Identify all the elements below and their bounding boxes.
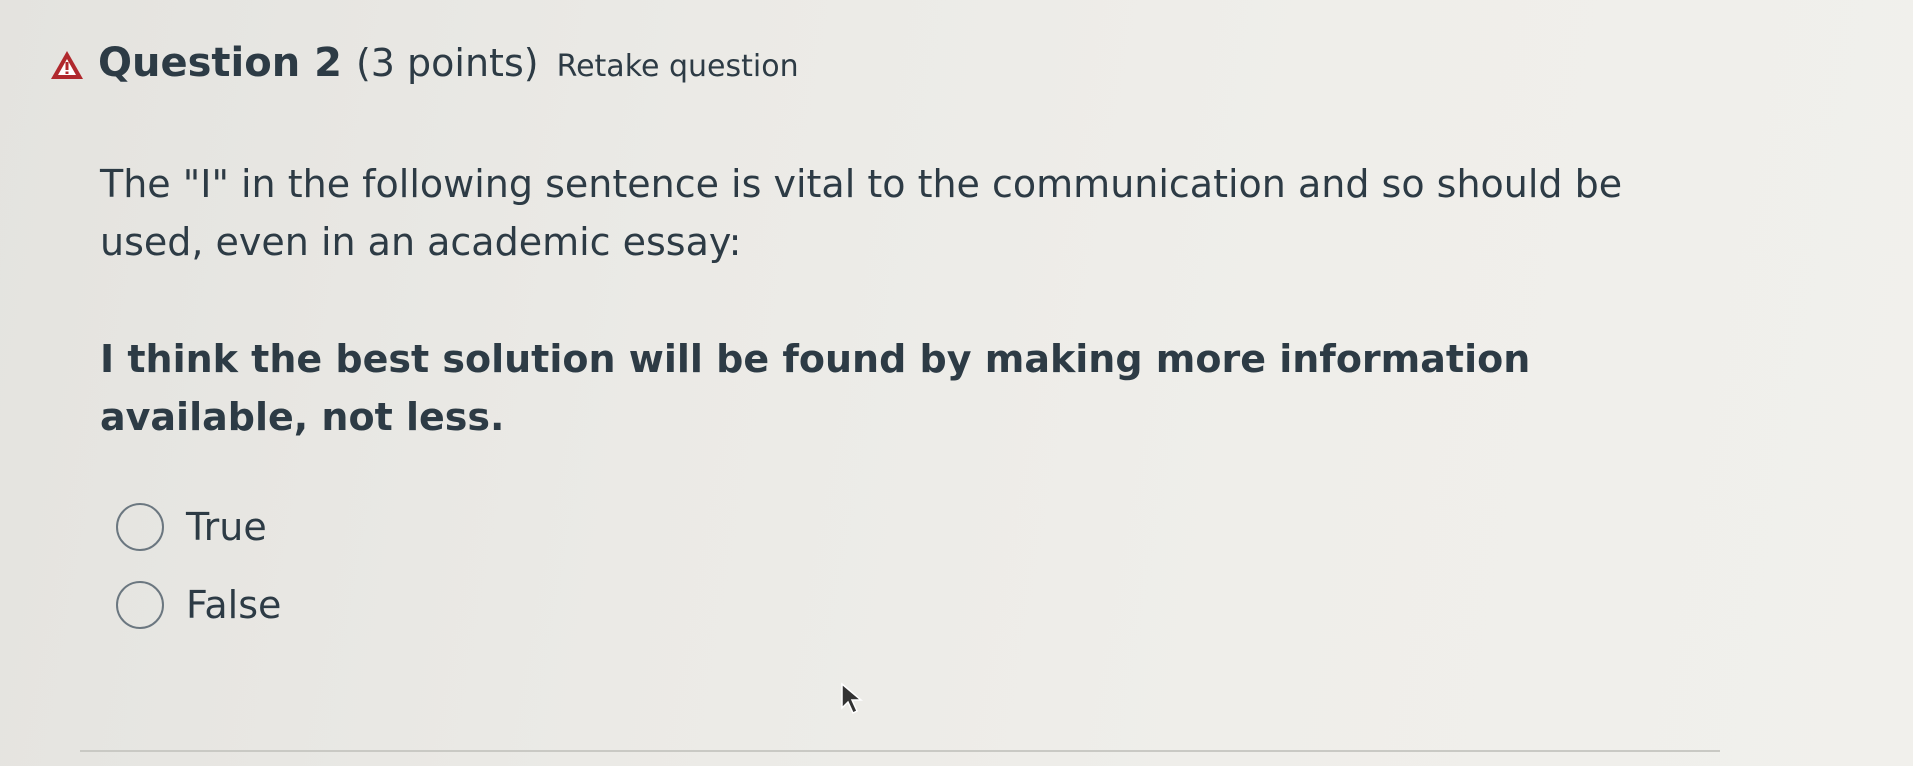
question-title: Question 2 [98, 40, 342, 86]
warning-icon [51, 51, 83, 79]
answer-option-false[interactable]: False [116, 566, 281, 644]
radio-button-true[interactable] [116, 503, 164, 551]
retake-question-link[interactable]: Retake question [557, 49, 799, 84]
quiz-page: Question 2 (3 points) Retake question Th… [0, 0, 1913, 766]
question-header: Question 2 (3 points) Retake question [50, 40, 799, 86]
answer-label-false: False [186, 583, 282, 627]
question-text: The "I" in the following sentence is vit… [100, 162, 1623, 264]
section-divider [80, 750, 1720, 752]
question-points: (3 points) [355, 41, 539, 85]
radio-button-false[interactable] [116, 581, 164, 629]
question-quote: I think the best solution will be found … [100, 337, 1531, 439]
mouse-cursor-icon [841, 682, 864, 715]
answer-option-true[interactable]: True [116, 488, 281, 566]
answer-label-true: True [186, 505, 267, 549]
answer-options: True False [116, 488, 281, 644]
